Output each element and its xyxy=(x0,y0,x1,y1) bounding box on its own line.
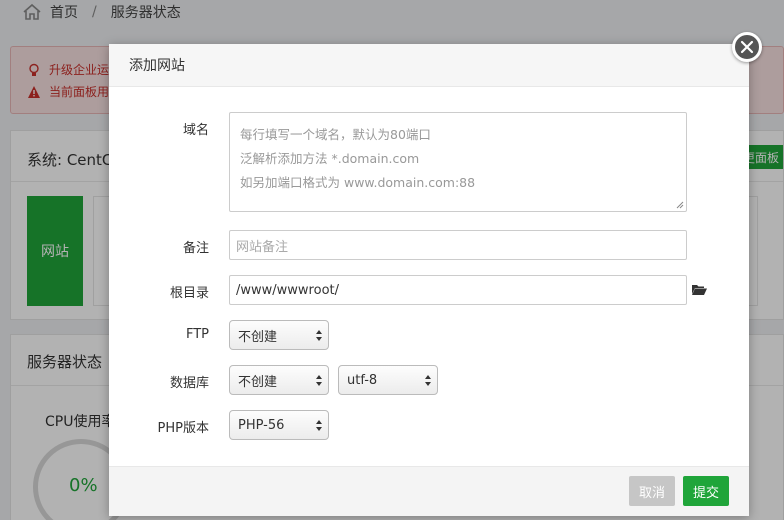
ftp-selected: 不创建 xyxy=(238,329,278,345)
remark-input[interactable]: 网站备注 xyxy=(229,230,687,260)
close-button[interactable] xyxy=(732,32,762,62)
remark-label: 备注 xyxy=(182,241,209,256)
cancel-button[interactable]: 取消 xyxy=(629,476,675,506)
ftp-select[interactable]: 不创建 xyxy=(229,320,329,350)
php-version-label: PHP版本 xyxy=(157,421,209,436)
database-selected: 不创建 xyxy=(238,374,278,390)
add-site-dialog: 添加网站 域名 每行填写一个域名，默认为80端口 泛解析添加方法 *.domai… xyxy=(109,44,749,516)
domain-placeholder-line: 如另加端口格式为 www.domain.com:88 xyxy=(240,175,476,190)
ftp-label: FTP xyxy=(185,327,209,342)
charset-select[interactable]: utf-8 xyxy=(338,365,438,395)
charset-selected: utf-8 xyxy=(347,372,378,388)
database-select[interactable]: 不创建 xyxy=(229,365,329,395)
close-icon xyxy=(740,40,754,54)
domain-label: 域名 xyxy=(182,123,209,138)
domain-textarea[interactable]: 每行填写一个域名，默认为80端口 泛解析添加方法 *.domain.com 如另… xyxy=(229,112,687,212)
php-version-selected: PHP-56 xyxy=(238,417,285,433)
root-dir-value: /www/wwwroot/ xyxy=(236,282,339,298)
submit-button[interactable]: 提交 xyxy=(683,476,729,506)
domain-placeholder-line: 每行填写一个域名，默认为80端口 xyxy=(240,127,431,142)
folder-open-icon[interactable] xyxy=(691,282,707,296)
select-arrows-icon xyxy=(425,375,431,386)
select-arrows-icon xyxy=(316,420,322,431)
root-dir-input[interactable]: /www/wwwroot/ xyxy=(229,275,687,305)
database-label: 数据库 xyxy=(169,376,209,391)
select-arrows-icon xyxy=(316,375,322,386)
root-dir-label: 根目录 xyxy=(169,286,209,301)
dialog-title: 添加网站 xyxy=(129,58,185,74)
resize-grip-icon[interactable] xyxy=(676,201,684,209)
php-version-select[interactable]: PHP-56 xyxy=(229,410,329,440)
remark-placeholder: 网站备注 xyxy=(236,239,289,255)
dialog-footer: 取消 提交 xyxy=(109,466,749,516)
domain-placeholder-line: 泛解析添加方法 *.domain.com xyxy=(240,151,420,166)
dialog-header: 添加网站 xyxy=(109,44,749,87)
select-arrows-icon xyxy=(316,330,322,341)
